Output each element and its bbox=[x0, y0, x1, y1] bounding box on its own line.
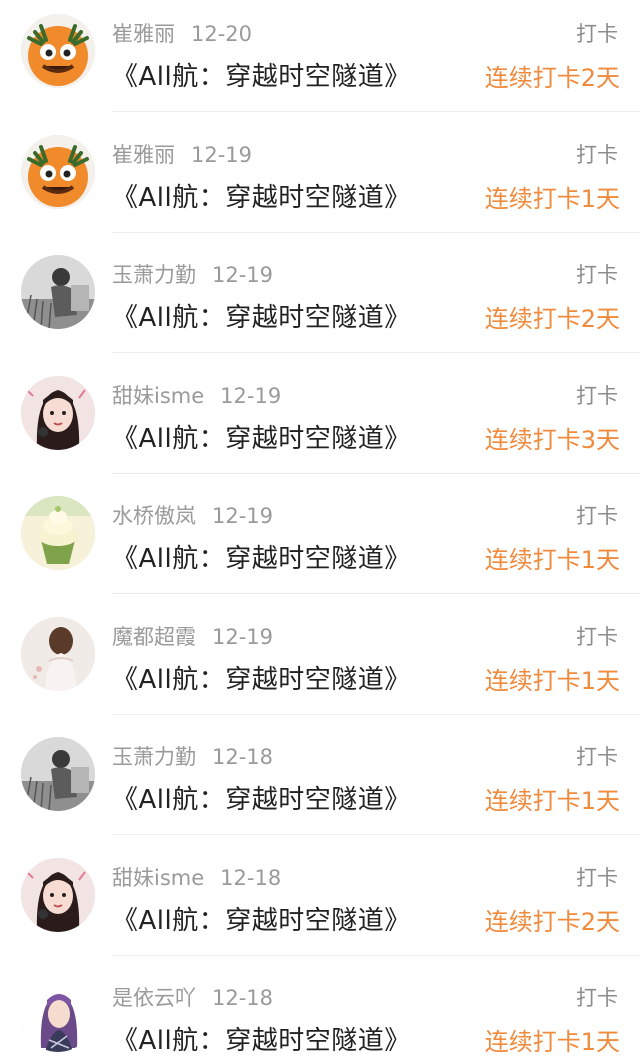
avatar-image bbox=[21, 978, 95, 1052]
date: 12-20 bbox=[191, 22, 253, 46]
avatar-image bbox=[21, 737, 95, 811]
avatar[interactable] bbox=[21, 496, 95, 570]
avatar[interactable] bbox=[21, 255, 95, 329]
action-label: 打卡 bbox=[576, 986, 618, 1010]
streak-label: 连续打卡3天 bbox=[484, 425, 620, 454]
divider bbox=[112, 111, 640, 112]
avatar[interactable] bbox=[21, 857, 95, 932]
avatar-image bbox=[21, 857, 95, 932]
username[interactable]: 是依云吖 bbox=[112, 986, 196, 1010]
streak-label: 连续打卡1天 bbox=[484, 787, 620, 815]
book-title[interactable]: 《All航：穿越时空隧道》 bbox=[112, 177, 411, 214]
feed-item[interactable]: 魔都超霞 12-19 《All航：穿越时空隧道》 打卡 连续打卡1天 bbox=[0, 603, 640, 723]
avatar[interactable] bbox=[21, 978, 95, 1052]
item-meta: 是依云吖 12-18 bbox=[112, 982, 273, 1012]
avatar-image bbox=[21, 496, 95, 570]
date: 12-18 bbox=[220, 865, 282, 890]
avatar-image bbox=[21, 14, 95, 88]
action-label: 打卡 bbox=[576, 745, 618, 769]
book-title[interactable]: 《All航：穿越时空隧道》 bbox=[112, 538, 411, 575]
date: 12-19 bbox=[191, 142, 253, 167]
avatar-image bbox=[21, 255, 95, 329]
item-meta: 玉萧力勤 12-19 bbox=[112, 259, 273, 289]
action-label: 打卡 bbox=[576, 865, 618, 890]
feed-item[interactable]: 甜妹isme 12-19 《All航：穿越时空隧道》 打卡 连续打卡3天 bbox=[0, 362, 640, 482]
feed-item[interactable]: 水桥傲岚 12-19 《All航：穿越时空隧道》 打卡 连续打卡1天 bbox=[0, 482, 640, 602]
action-label: 打卡 bbox=[576, 22, 618, 46]
book-title[interactable]: 《All航：穿越时空隧道》 bbox=[112, 418, 411, 455]
book-title[interactable]: 《All航：穿越时空隧道》 bbox=[112, 56, 411, 93]
action-label: 打卡 bbox=[576, 383, 618, 408]
date: 12-18 bbox=[212, 986, 274, 1010]
feed-item[interactable]: 崔雅丽 12-19 《All航：穿越时空隧道》 打卡 连续打卡1天 bbox=[0, 121, 640, 241]
username[interactable]: 崔雅丽 bbox=[112, 143, 175, 167]
book-title[interactable]: 《All航：穿越时空隧道》 bbox=[112, 659, 411, 696]
streak-label: 连续打卡2天 bbox=[484, 907, 620, 936]
avatar-image bbox=[21, 375, 95, 450]
username[interactable]: 甜妹isme bbox=[112, 866, 204, 890]
divider bbox=[112, 472, 640, 474]
avatar[interactable] bbox=[21, 375, 95, 450]
avatar[interactable] bbox=[21, 134, 95, 209]
date: 12-19 bbox=[212, 504, 274, 528]
feed-item[interactable]: 玉萧力勤 12-19 《All航：穿越时空隧道》 打卡 连续打卡2天 bbox=[0, 241, 640, 361]
streak-label: 连续打卡2天 bbox=[484, 305, 620, 333]
item-meta: 崔雅丽 12-19 bbox=[112, 139, 252, 169]
username[interactable]: 玉萧力勤 bbox=[112, 745, 196, 769]
item-meta: 甜妹isme 12-19 bbox=[112, 380, 281, 410]
streak-label: 连续打卡2天 bbox=[484, 64, 620, 92]
streak-label: 连续打卡1天 bbox=[484, 1028, 620, 1056]
feed-item[interactable]: 是依云吖 12-18 《All航：穿越时空隧道》 打卡 连续打卡1天 bbox=[0, 964, 640, 1060]
feed-item[interactable]: 崔雅丽 12-20 《All航：穿越时空隧道》 打卡 连续打卡2天 bbox=[0, 0, 640, 120]
avatar-image bbox=[21, 616, 95, 691]
divider bbox=[112, 231, 640, 233]
divider bbox=[112, 713, 640, 715]
checkin-feed: 崔雅丽 12-20 《All航：穿越时空隧道》 打卡 连续打卡2天 崔雅丽 12-1… bbox=[0, 0, 640, 1060]
feed-item[interactable]: 玉萧力勤 12-18 《All航：穿越时空隧道》 打卡 连续打卡1天 bbox=[0, 723, 640, 843]
divider bbox=[112, 834, 640, 835]
book-title[interactable]: 《All航：穿越时空隧道》 bbox=[112, 779, 411, 816]
action-label: 打卡 bbox=[576, 504, 618, 528]
username[interactable]: 甜妹isme bbox=[112, 384, 204, 408]
avatar[interactable] bbox=[21, 616, 95, 691]
date: 12-19 bbox=[220, 383, 282, 408]
username[interactable]: 玉萧力勤 bbox=[112, 263, 196, 287]
username[interactable]: 崔雅丽 bbox=[112, 22, 175, 46]
divider bbox=[112, 593, 640, 594]
item-meta: 甜妹isme 12-18 bbox=[112, 862, 281, 892]
avatar[interactable] bbox=[21, 14, 95, 88]
streak-label: 连续打卡1天 bbox=[484, 184, 620, 213]
action-label: 打卡 bbox=[576, 624, 618, 649]
feed-item[interactable]: 甜妹isme 12-18 《All航：穿越时空隧道》 打卡 连续打卡2天 bbox=[0, 844, 640, 964]
username[interactable]: 魔都超霞 bbox=[112, 625, 196, 649]
item-meta: 魔都超霞 12-19 bbox=[112, 621, 273, 651]
action-label: 打卡 bbox=[576, 263, 618, 287]
streak-label: 连续打卡1天 bbox=[484, 666, 620, 695]
divider bbox=[112, 954, 640, 956]
item-meta: 崔雅丽 12-20 bbox=[112, 18, 252, 48]
streak-label: 连续打卡1天 bbox=[484, 546, 620, 574]
book-title[interactable]: 《All航：穿越时空隧道》 bbox=[112, 297, 411, 334]
date: 12-19 bbox=[212, 624, 274, 649]
item-meta: 水桥傲岚 12-19 bbox=[112, 500, 273, 530]
username[interactable]: 水桥傲岚 bbox=[112, 504, 196, 528]
item-meta: 玉萧力勤 12-18 bbox=[112, 741, 273, 771]
divider bbox=[112, 352, 640, 353]
date: 12-18 bbox=[212, 745, 274, 769]
action-label: 打卡 bbox=[576, 142, 618, 167]
book-title[interactable]: 《All航：穿越时空隧道》 bbox=[112, 1020, 411, 1057]
avatar-image bbox=[21, 134, 95, 209]
book-title[interactable]: 《All航：穿越时空隧道》 bbox=[112, 900, 411, 937]
avatar[interactable] bbox=[21, 737, 95, 811]
date: 12-19 bbox=[212, 263, 274, 287]
